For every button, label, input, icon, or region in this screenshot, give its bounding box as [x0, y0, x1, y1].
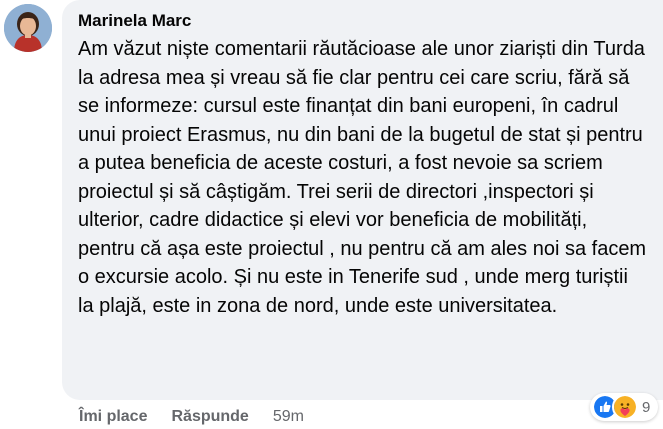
comment-thread: Marinela Marc Am văzut niște comentarii … — [0, 0, 663, 429]
comment-bubble: Marinela Marc Am văzut niște comentarii … — [62, 0, 663, 400]
comment-text: Am văzut niște comentarii răutăcioase al… — [78, 38, 647, 317]
comment-author[interactable]: Marinela Marc — [78, 10, 663, 32]
comment-timestamp[interactable]: 59m — [273, 408, 304, 426]
reactions-summary[interactable]: 9 — [590, 393, 659, 421]
like-button[interactable]: Îmi place — [79, 408, 147, 426]
reply-button[interactable]: Răspunde — [171, 408, 248, 426]
comment-actions: Îmi place Răspunde 59m — [79, 405, 304, 429]
reaction-count: 9 — [642, 398, 651, 416]
avatar[interactable] — [4, 4, 52, 52]
avatar-image — [4, 4, 52, 52]
care-icon — [612, 394, 638, 420]
